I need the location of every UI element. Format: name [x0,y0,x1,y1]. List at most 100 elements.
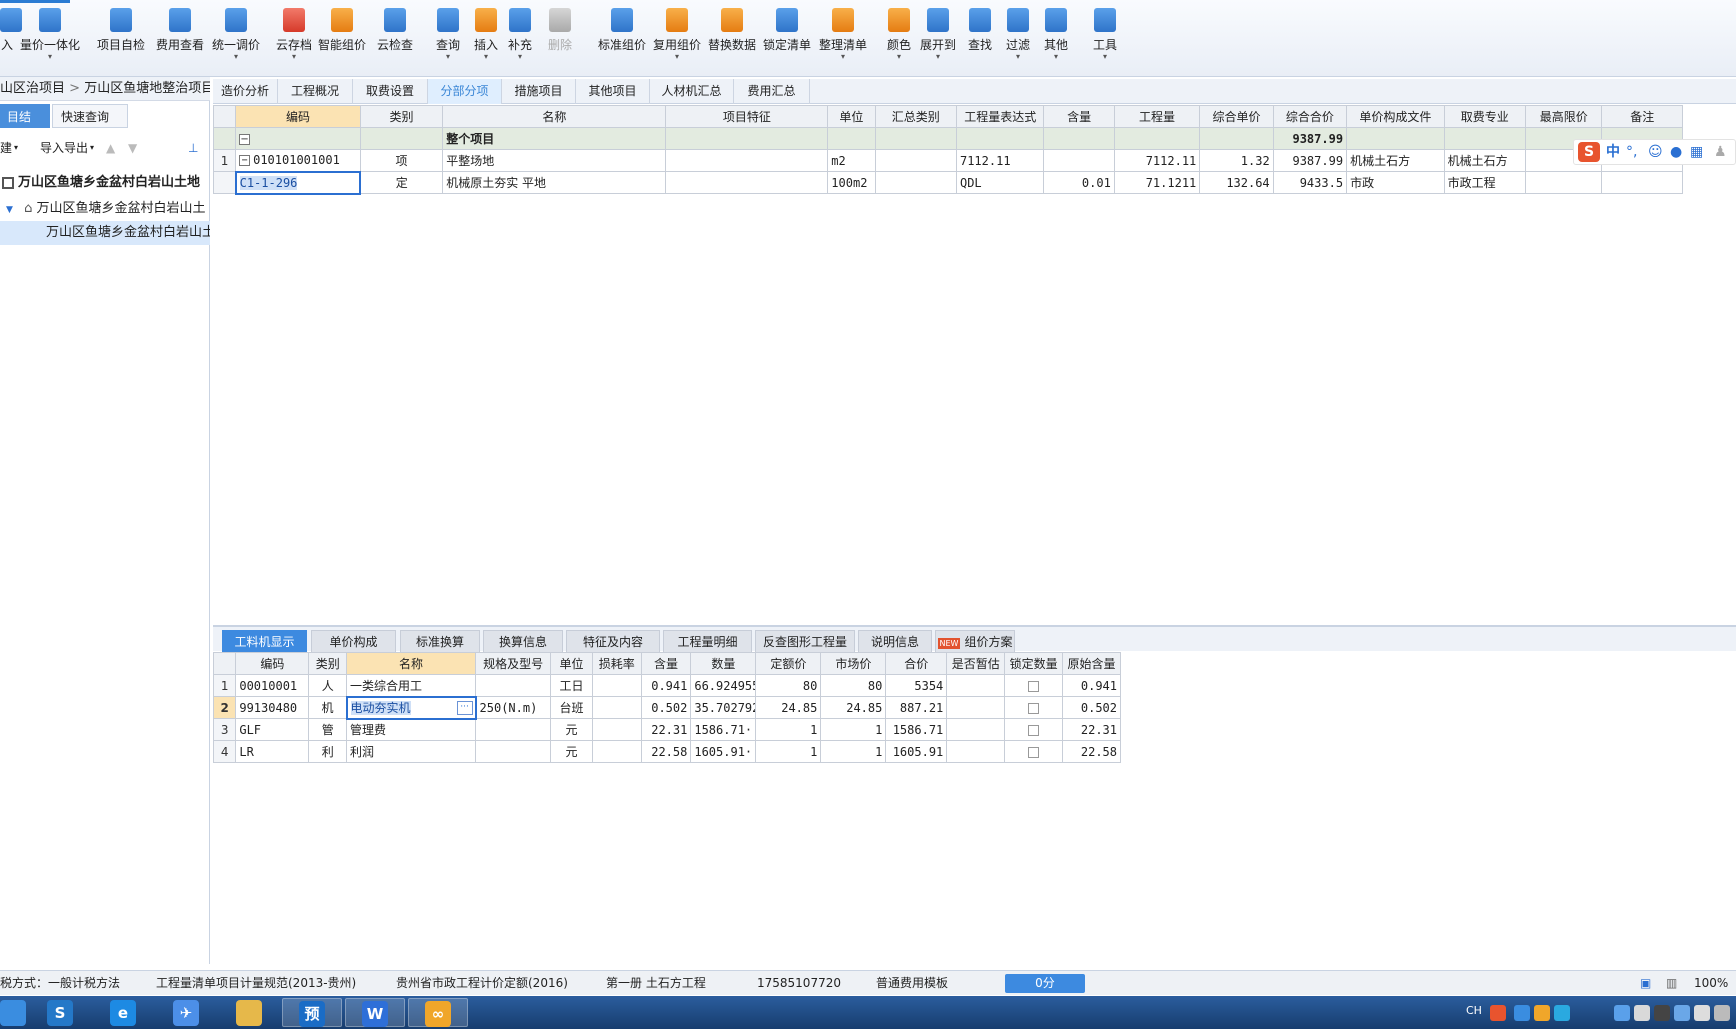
cell-estimated[interactable] [946,740,1006,763]
detail-tab-8[interactable]: NEW 组价方案 [935,630,1015,653]
cell-unit[interactable]: 100m2 [827,171,876,194]
row-header[interactable]: 1 [212,149,237,172]
col-header-total[interactable]: 合价 [885,652,948,675]
cell-quantity[interactable]: 7112.11 [1113,149,1201,172]
cell-market-price[interactable]: 24.85 [820,696,887,719]
table-row[interactable]: 1 −010101001001 项 平整场地 m2 7112.11 7112.1… [212,149,1683,172]
dropdown-arrow-icon[interactable]: ▾ [1090,53,1120,61]
sogou-logo-icon[interactable]: S [1578,142,1600,162]
main-tab-2[interactable]: 取费设置 [353,79,428,104]
cell-market-price[interactable]: 1 [820,740,887,763]
cell-expression[interactable]: 7112.11 [955,149,1045,172]
cell-sum-category[interactable] [874,127,957,150]
import-export-button[interactable]: 导入导出 [40,135,88,161]
col-header-loss-rate[interactable]: 损耗率 [591,652,642,675]
toolbar-button-1[interactable]: 量价一体化 ▾ [14,8,86,68]
dropdown-arrow-icon[interactable]: ▾ [651,53,703,61]
lock-quantity-checkbox[interactable] [1028,680,1040,692]
collapse-icon[interactable]: − [239,155,251,167]
cell-total[interactable]: 1586.71 [885,718,948,741]
tray-cloud-icon[interactable] [1554,1005,1570,1021]
cell-loss-rate[interactable] [591,674,642,697]
toolbar-button-3[interactable]: 费用查看 [154,8,206,68]
cell-unit[interactable]: 元 [550,740,593,763]
cell-original-content[interactable]: 0.502 [1062,696,1121,719]
tray-browser-icon[interactable] [1514,1005,1530,1021]
cell-lock-quantity[interactable] [1004,674,1064,697]
cell-name[interactable]: 整个项目 [442,127,667,150]
row-header[interactable]: 4 [212,740,237,763]
col-header-estimated[interactable]: 是否暂估 [946,652,1006,675]
tree-node-selected[interactable]: 万山区鱼塘乡金盆村白岩山土 [0,221,210,245]
cell-total[interactable]: 1605.91 [885,740,948,763]
toolbar-button-0[interactable]: 入 [0,8,22,68]
tray-show-desktop-icon[interactable] [1714,1005,1730,1021]
taskbar-app-folder[interactable] [219,998,279,1027]
taskbar-app-glodon[interactable]: ∞ [408,998,468,1027]
cell-code[interactable]: LR [235,740,310,763]
toolbar-button-7[interactable]: 云检查 [375,8,415,68]
cell-estimated[interactable] [946,718,1006,741]
toolbar-button-16[interactable]: 整理清单 ▾ [817,8,869,68]
toolbar-button-10[interactable]: 补充 ▾ [505,8,535,68]
move-up-icon[interactable]: ▲ [106,135,115,161]
cell-total-price[interactable]: 9433.5 [1272,171,1348,194]
detail-tab-2[interactable]: 标准换算 [400,630,480,653]
cell-unit-price[interactable] [1199,127,1274,150]
corner-cell[interactable] [212,652,237,675]
cell-feature[interactable] [665,149,829,172]
cell-type[interactable] [359,127,444,150]
col-header-spec[interactable]: 规格及型号 [475,652,552,675]
ime-emoji-icon[interactable]: ☺ [1648,140,1663,164]
cell-quantity[interactable]: 66.924955 [690,674,757,697]
cell-name[interactable]: 一类综合用工 [346,674,477,697]
cell-price-file[interactable] [1346,127,1445,150]
col-header-type[interactable]: 类别 [308,652,348,675]
dropdown-arrow-icon[interactable]: ▾ [14,53,86,61]
toolbar-button-15[interactable]: 锁定清单 [761,8,813,68]
toolbar-button-11[interactable]: 删除 [545,8,575,68]
main-tab-5[interactable]: 其他项目 [576,79,650,104]
cell-name[interactable]: 管理费 [346,718,477,741]
taskbar-app-sogou[interactable]: S [30,998,90,1027]
col-header-market-price[interactable]: 市场价 [820,652,887,675]
taskbar-app-wps[interactable]: W [345,998,405,1027]
cell-type[interactable]: 管 [308,718,348,741]
row-header[interactable] [212,127,237,150]
new-dropdown-icon[interactable]: ▾ [14,135,18,161]
toolbar-button-17[interactable]: 颜色 ▾ [886,8,912,68]
dropdown-arrow-icon[interactable]: ▾ [817,53,869,61]
row-header[interactable] [212,171,237,194]
cell-price-file[interactable]: 市政 [1346,171,1445,194]
tray-action-center-icon[interactable] [1694,1005,1710,1021]
cell-quantity[interactable]: 1586.71··· [690,718,757,741]
cell-feature[interactable] [665,127,829,150]
move-down-icon[interactable]: ▼ [128,135,137,161]
cell-unit-price[interactable]: 132.64 [1199,171,1274,194]
table-row[interactable]: C1-1-296 定 机械原土夯实 平地 100m2 QDL 0.01 71.1… [212,170,1683,195]
corner-cell[interactable] [212,105,237,128]
toolbar-button-20[interactable]: 过滤 ▾ [1005,8,1031,68]
cell-expression[interactable]: QDL [955,171,1045,194]
cell-feature[interactable] [665,171,829,194]
row-header[interactable]: 1 [212,674,237,697]
cell-market-price[interactable]: 80 [820,674,887,697]
toolbar-button-19[interactable]: 查找 [965,8,995,68]
whole-project-row[interactable]: − 整个项目 9387.99 [212,127,1683,150]
cell-code[interactable]: − [235,127,361,150]
cell-max-price[interactable] [1525,171,1603,194]
taskbar-app-feiq[interactable]: ✈ [156,998,216,1027]
row-header[interactable]: 2 [212,696,237,719]
cell-type[interactable]: 机 [308,696,348,719]
dropdown-arrow-icon[interactable]: ▾ [505,53,535,61]
new-button[interactable]: 建 [0,135,12,161]
cell-content[interactable]: 0.502 [640,696,692,719]
toolbar-button-12[interactable]: 标准组价 [596,8,648,68]
table-row[interactable]: 4LR利利润元22.581605.91···111605.9122.58 [212,740,1121,763]
cell-type[interactable]: 项 [359,149,444,172]
cell-content[interactable]: 22.31 [640,718,692,741]
dropdown-arrow-icon[interactable]: ▾ [1041,53,1071,61]
col-header-note[interactable]: 备注 [1601,105,1683,128]
dropdown-arrow-icon[interactable]: ▾ [886,53,912,61]
col-header-name[interactable]: 名称 [346,652,477,675]
